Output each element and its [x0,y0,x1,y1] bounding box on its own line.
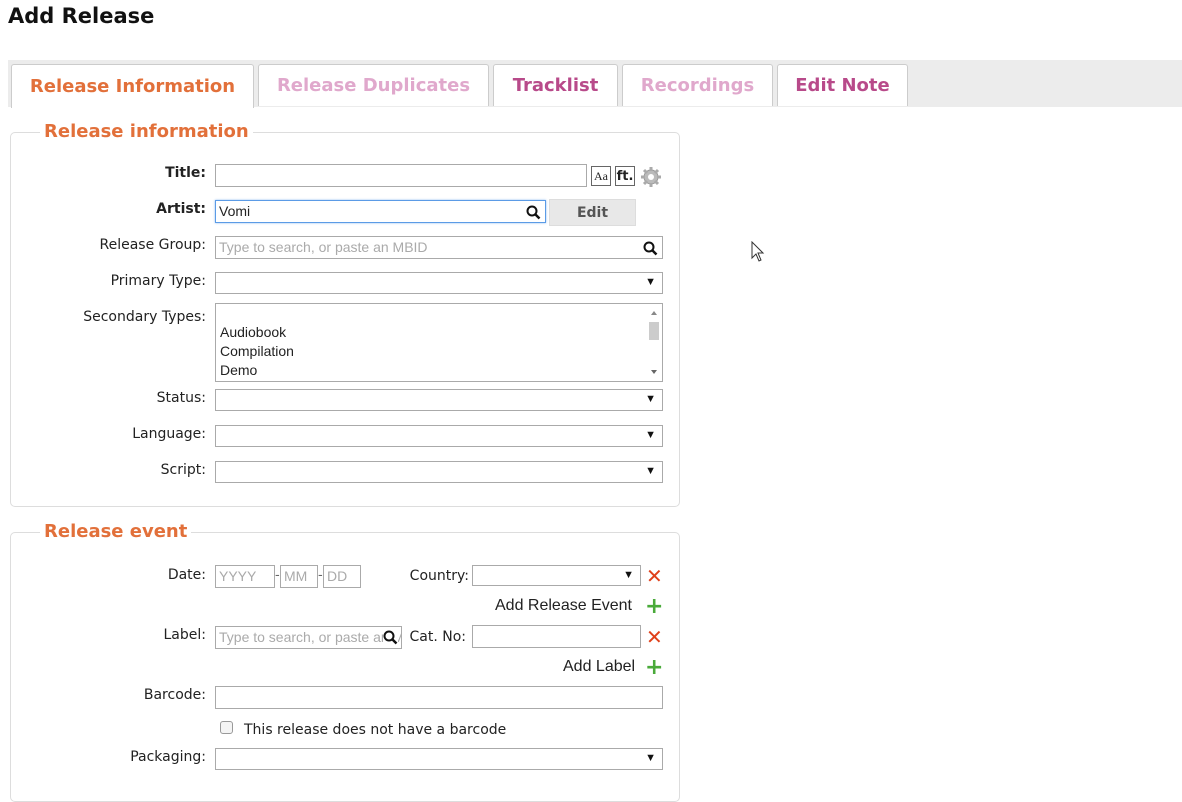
no-barcode-label: This release does not have a barcode [244,722,507,738]
page-title: Add Release [8,4,155,28]
list-item[interactable]: Compilation [220,343,294,359]
language-label: Language: [132,426,206,442]
list-item[interactable]: Audiobook [220,324,286,340]
language-select[interactable]: ▼ [215,425,663,447]
status-select[interactable]: ▼ [215,389,663,411]
label-label: Label: [163,627,207,643]
day-placeholder: DD [327,568,348,584]
no-barcode-checkbox[interactable] [220,721,233,734]
country-label: Country: [409,568,469,584]
tab-edit-note[interactable]: Edit Note [777,64,908,106]
chevron-down-icon: ▼ [645,393,656,405]
add-release-event-link[interactable]: Add Release Event [495,597,632,615]
secondary-types-listbox[interactable]: Audiobook Compilation Demo [215,303,663,382]
tab-recordings[interactable]: Recordings [622,64,773,106]
release-event-legend: Release event [40,521,192,542]
date-separator: - [275,568,280,583]
artist-input[interactable]: Vomi [215,200,546,223]
release-group-placeholder: Type to search, or paste an MBID [219,239,428,255]
primary-type-label: Primary Type: [110,273,206,289]
mouse-cursor-icon [751,241,765,262]
guess-case-icon[interactable]: Aa [591,166,611,186]
release-group-input[interactable]: Type to search, or paste an MBID [215,236,663,259]
add-icon[interactable]: + [645,596,663,618]
label-input[interactable]: Type to search, or paste an MBID [215,626,402,649]
date-separator: - [318,568,323,583]
cat-no-label: Cat. No: [409,629,467,645]
chevron-down-icon: ▼ [645,752,656,764]
artist-edit-button[interactable]: Edit [549,199,636,226]
packaging-select[interactable]: ▼ [215,748,663,770]
chevron-down-icon: ▼ [645,465,656,477]
scrollbar[interactable] [648,306,660,379]
artist-value: Vomi [219,203,251,219]
date-month-input[interactable]: MM [280,565,318,588]
status-label: Status: [156,390,206,406]
country-select[interactable]: ▼ [472,565,641,586]
script-select[interactable]: ▼ [215,461,663,483]
secondary-types-label: Secondary Types: [83,309,206,325]
add-icon[interactable]: + [645,657,663,679]
tab-bar: Release Information Release Duplicates T… [8,60,1182,108]
year-placeholder: YYYY [219,568,257,584]
date-year-input[interactable]: YYYY [215,565,275,588]
chevron-down-icon: ▼ [645,429,656,441]
month-placeholder: MM [284,568,308,584]
artist-label: Artist: [156,201,206,217]
search-icon[interactable] [643,241,658,256]
featuring-icon-label: ft. [616,168,634,184]
barcode-input[interactable] [215,686,663,709]
primary-type-select[interactable]: ▼ [215,272,663,294]
gear-icon[interactable] [640,166,662,188]
tab-release-duplicates[interactable]: Release Duplicates [258,64,489,106]
script-label: Script: [160,462,206,478]
tab-release-information[interactable]: Release Information [11,64,254,108]
guess-case-icon-label: Aa [594,168,608,183]
list-item[interactable]: Demo [220,362,257,378]
packaging-label: Packaging: [130,749,206,765]
date-day-input[interactable]: DD [323,565,361,588]
cat-no-input[interactable] [472,625,641,648]
chevron-down-icon: ▼ [623,569,634,581]
label-placeholder: Type to search, or paste an MBID [219,629,401,645]
search-icon[interactable] [526,205,541,220]
release-group-label: Release Group: [99,237,207,253]
featuring-icon[interactable]: ft. [615,166,635,186]
date-label: Date: [167,567,206,583]
title-label: Title: [165,165,206,181]
chevron-down-icon: ▼ [645,276,656,288]
remove-label-icon[interactable]: ✕ [646,627,663,647]
tab-tracklist[interactable]: Tracklist [493,64,618,106]
add-label-link[interactable]: Add Label [563,658,635,676]
barcode-label: Barcode: [143,687,206,703]
title-input[interactable] [215,164,587,187]
release-information-legend: Release information [40,121,253,142]
remove-release-event-icon[interactable]: ✕ [646,566,663,586]
